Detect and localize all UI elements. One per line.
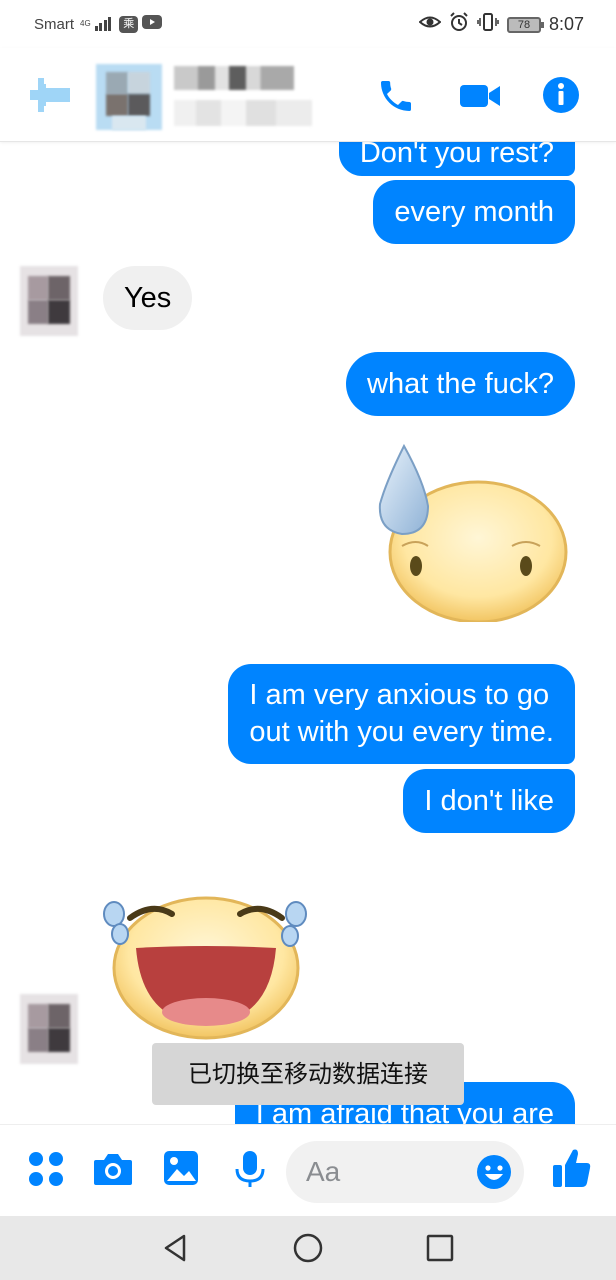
status-bar: Smart 4G 乘 78 8:07 (0, 0, 616, 48)
eye-comfort-icon (418, 13, 442, 36)
status-left: Smart 4G 乘 (34, 14, 163, 34)
message-input[interactable]: Aa (286, 1141, 524, 1203)
network-toast: 已切换至移动数据连接 (152, 1043, 464, 1105)
back-triangle-icon[interactable] (160, 1232, 192, 1264)
system-navigation-bar (0, 1216, 616, 1280)
alarm-icon (449, 12, 469, 37)
message-bubble-incoming[interactable]: Yes (103, 266, 193, 330)
nervous-sweat-sticker[interactable] (372, 442, 568, 624)
microphone-icon[interactable] (232, 1149, 272, 1189)
info-icon[interactable] (542, 76, 582, 116)
contact-status-redacted (174, 100, 312, 126)
contact-avatar[interactable] (92, 60, 166, 134)
youtube-notification-icon (142, 14, 163, 34)
gallery-icon[interactable] (162, 1149, 202, 1189)
laughing-tears-sticker[interactable] (100, 874, 310, 1042)
home-circle-icon[interactable] (292, 1232, 324, 1264)
message-input-placeholder: Aa (306, 1156, 341, 1187)
message-list[interactable]: Don't you rest? every month Yes what the… (0, 142, 616, 1124)
emoji-icon[interactable] (476, 1154, 512, 1190)
status-right: 78 8:07 (418, 12, 584, 37)
message-bubble-outgoing[interactable]: I don't like (403, 769, 575, 833)
composer-bar: Aa (0, 1124, 616, 1216)
message-bubble-outgoing[interactable]: Don't you rest? (338, 142, 575, 176)
message-bubble-outgoing[interactable]: every month (373, 180, 575, 244)
camera-icon[interactable] (92, 1149, 132, 1189)
vibrate-icon (477, 12, 499, 37)
recents-square-icon[interactable] (424, 1232, 456, 1264)
apps-grid-icon[interactable] (26, 1149, 66, 1189)
message-bubble-outgoing[interactable]: I am very anxious to go out with you eve… (228, 664, 575, 764)
message-bubble-outgoing[interactable]: what the fuck? (346, 352, 575, 416)
network-type: 4G (80, 19, 91, 28)
message-line: I am very anxious to go (249, 679, 550, 711)
carrier-badge: 乘 (119, 15, 139, 33)
conversation-header (0, 48, 616, 142)
contact-avatar-small (20, 266, 78, 336)
contact-avatar-small (20, 994, 78, 1064)
carrier-name: Smart (34, 15, 75, 33)
battery-icon: 78 (506, 16, 544, 33)
contact-name-redacted (174, 66, 294, 90)
thumbs-up-icon[interactable] (552, 1147, 592, 1187)
message-line: out with you every time. (249, 716, 554, 748)
clock: 8:07 (548, 14, 584, 34)
video-camera-icon[interactable] (458, 76, 502, 116)
back-arrow-icon[interactable] (24, 76, 74, 114)
signal-icon (94, 17, 112, 31)
phone-icon[interactable] (376, 76, 416, 116)
